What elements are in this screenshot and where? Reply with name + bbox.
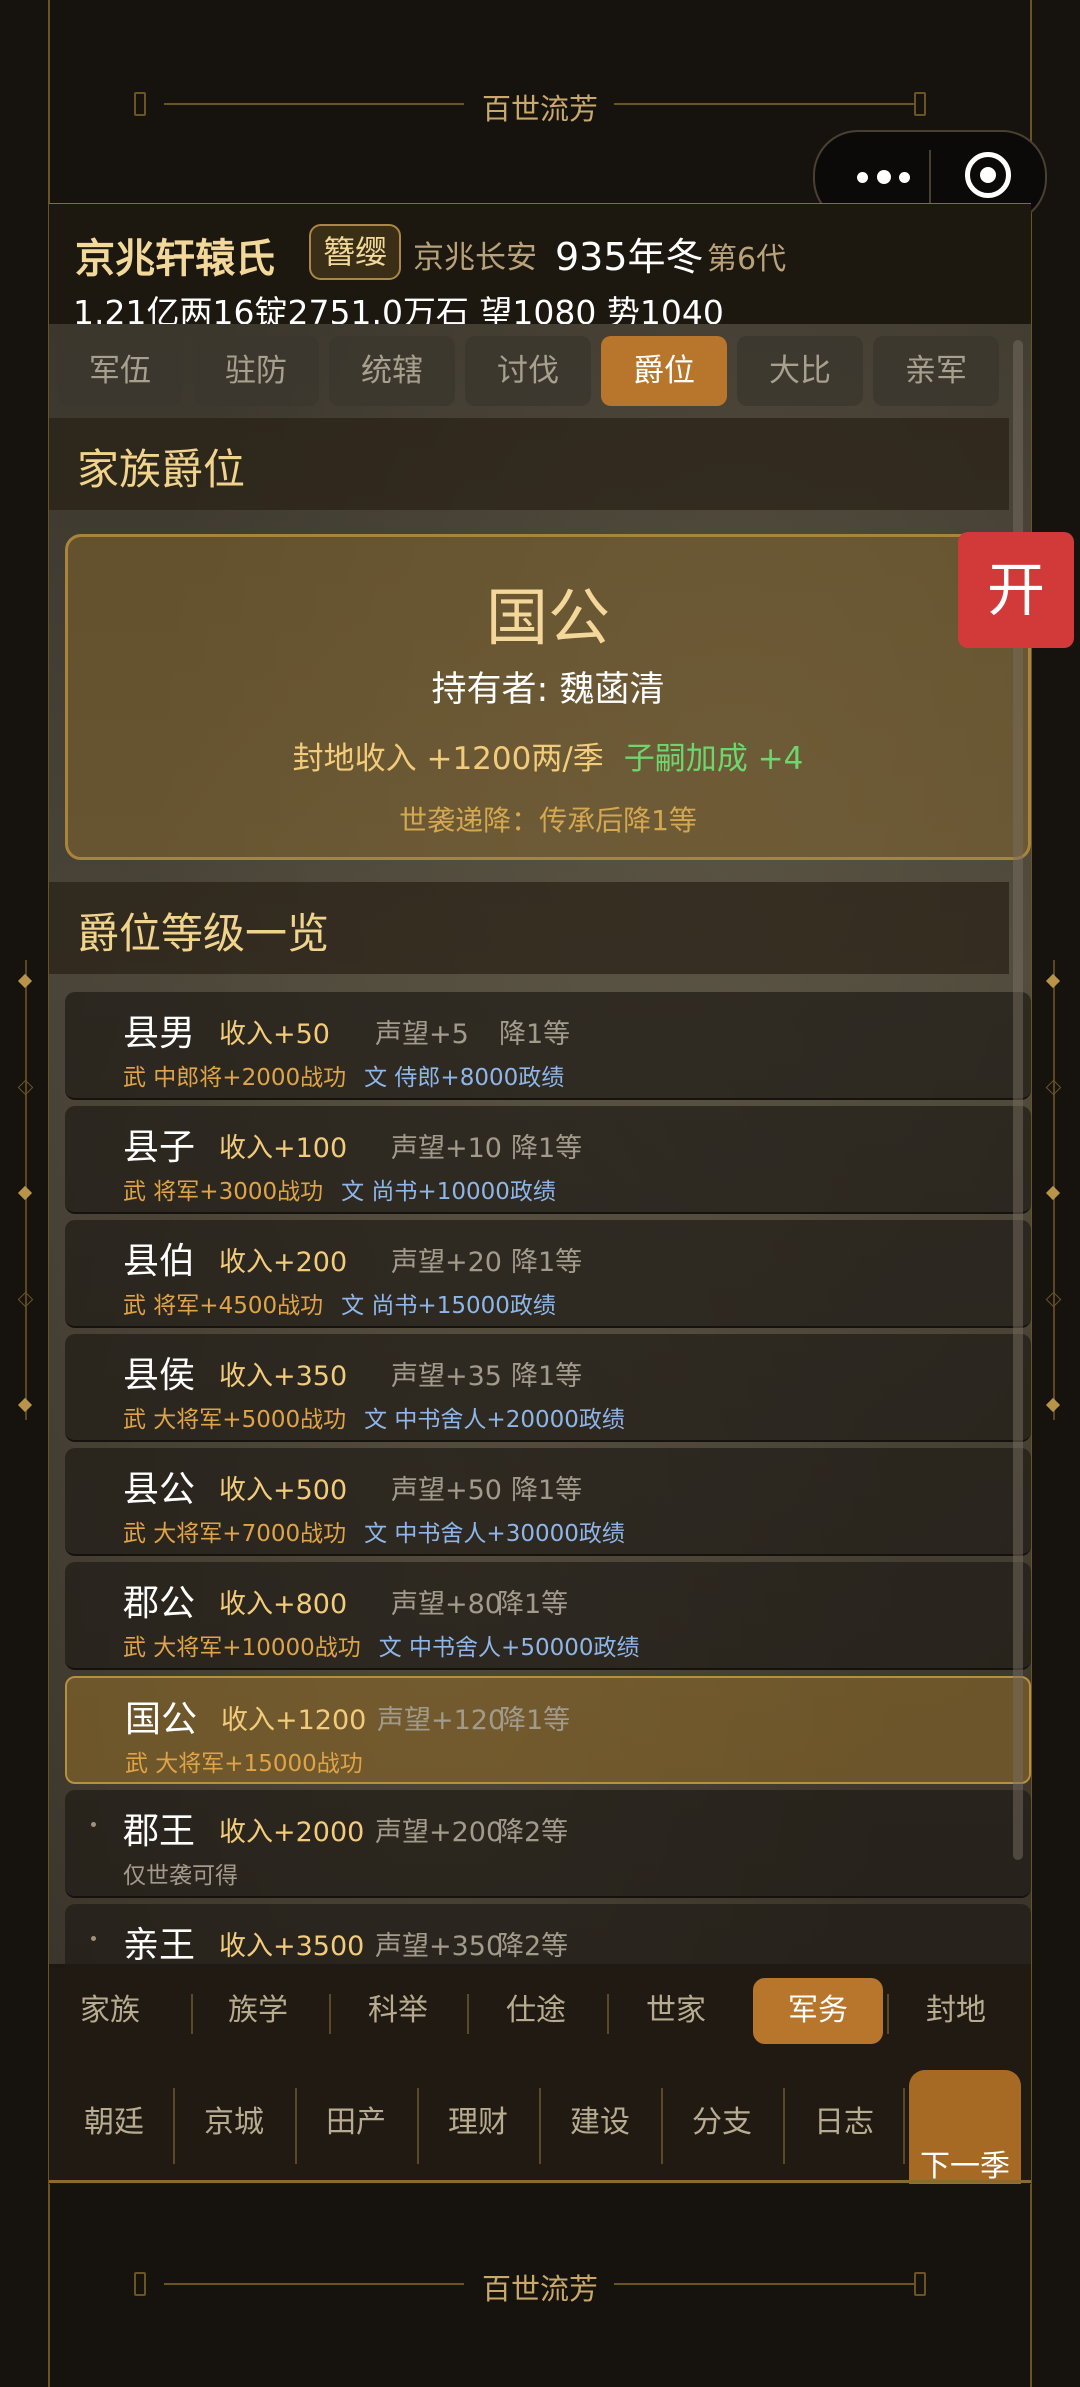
family-title-heading: 家族爵位 (49, 418, 1009, 510)
rank-row[interactable]: 县公 收入+500 声望+50 降1等 武 大将军+7000战功文 中书舍人+3… (65, 1448, 1031, 1556)
nav-clan-school[interactable]: 族学 (199, 1978, 317, 2044)
tab-royal-guard[interactable]: 亲军 (873, 336, 999, 406)
nav-court[interactable]: 朝廷 (59, 2088, 169, 2158)
banner-title: 百世流芳 (481, 2272, 598, 2306)
nav-exam[interactable]: 科举 (339, 1978, 457, 2044)
rank-row[interactable]: 县男 收入+50 声望+5 降1等 武 中郎将+2000战功文 侍郎+8000政… (65, 992, 1031, 1100)
rank-row[interactable]: 郡公 收入+800 声望+80 降1等 武 大将军+10000战功文 中书舍人+… (65, 1562, 1031, 1670)
current-rank: 国公 (485, 581, 610, 654)
rank-row[interactable]: 郡王 收入+2000 声望+200 降2等 仅世袭可得 (65, 1790, 1031, 1898)
tab-garrison[interactable]: 驻防 (193, 336, 319, 406)
tab-command[interactable]: 统辖 (329, 336, 455, 406)
more-icon[interactable] (847, 156, 929, 196)
nav-finance[interactable]: 理财 (423, 2088, 533, 2158)
nav-military[interactable]: 军务 (753, 1978, 883, 2044)
nav-log[interactable]: 日志 (789, 2088, 899, 2158)
military-tabs: 军伍 驻防 统辖 讨伐 爵位 大比 亲军 (49, 332, 1031, 408)
tab-campaign[interactable]: 讨伐 (465, 336, 591, 406)
family-name: 京兆轩辕氏 (75, 236, 275, 282)
left-ornament (16, 960, 36, 1420)
generation: 第6代 (707, 242, 787, 277)
title-holder: 持有者: 魏菡清 (431, 670, 665, 710)
nav-family[interactable]: 家族 (51, 1978, 169, 2044)
heir-bonus: 子嗣加成 +4 (623, 741, 804, 777)
next-season-button[interactable]: 下一季 (909, 2070, 1021, 2184)
nav-construction[interactable]: 建设 (545, 2088, 655, 2158)
secondary-nav: 朝廷 京城 田产 理财 建设 分支 日志 下一季 (49, 2068, 1031, 2184)
location: 京兆长安 (413, 240, 537, 276)
rank-list-heading: 爵位等级一览 (49, 882, 1009, 974)
tab-army[interactable]: 军伍 (57, 336, 183, 406)
primary-nav: 家族 族学 科举 仕途 世家 军务 封地 (49, 1974, 1031, 2048)
locked-bullet-icon (91, 1936, 96, 1941)
family-header: 京兆轩辕氏 簪缨 京兆长安 935年冬 第6代 1.21亿两16锭2751.0万… (49, 204, 1031, 332)
rank-row-current[interactable]: 国公 收入+1200 声望+120 降1等 武 大将军+15000战功 (65, 1676, 1031, 1784)
nav-capital[interactable]: 京城 (179, 2088, 289, 2158)
nav-farmland[interactable]: 田产 (301, 2088, 411, 2158)
tab-nobility[interactable]: 爵位 (601, 336, 727, 406)
banner-title: 百世流芳 (481, 92, 598, 126)
current-title-card: 国公 持有者: 魏菡清 封地收入 +1200两/季 子嗣加成 +4 世袭递降：传承… (65, 534, 1031, 860)
top-banner: 百世流芳 (50, 74, 1030, 134)
nav-branches[interactable]: 分支 (667, 2088, 777, 2158)
rank-row[interactable]: 县伯 收入+200 声望+20 降1等 武 将军+4500战功文 尚书+1500… (65, 1220, 1031, 1328)
tab-tournament[interactable]: 大比 (737, 336, 863, 406)
nav-fief[interactable]: 封地 (897, 1978, 1015, 2044)
rank-row[interactable]: 县侯 收入+350 声望+35 降1等 武 大将军+5000战功文 中书舍人+2… (65, 1334, 1031, 1442)
nav-noble-houses[interactable]: 世家 (617, 1978, 735, 2044)
open-button[interactable]: 开 (958, 532, 1074, 648)
bottom-nav: 家族 族学 科举 仕途 世家 军务 封地 朝廷 京城 田产 理财 建设 分支 日… (49, 1968, 1031, 2184)
game-date: 935年冬 (555, 235, 704, 279)
locked-bullet-icon (91, 1822, 96, 1827)
status-badge: 簪缨 (309, 224, 402, 280)
bottom-banner: 百世流芳 (50, 2254, 1030, 2314)
rank-row[interactable]: 县子 收入+100 声望+10 降1等 武 将军+3000战功文 尚书+1000… (65, 1106, 1031, 1214)
right-ornament (1044, 960, 1064, 1420)
close-miniprogram-icon[interactable] (965, 152, 1011, 198)
nav-career[interactable]: 仕途 (477, 1978, 595, 2044)
fief-income: 封地收入 +1200两/季 子嗣加成 +4 (292, 741, 804, 777)
main-panel: 京兆轩辕氏 簪缨 京兆长安 935年冬 第6代 1.21亿两16锭2751.0万… (49, 204, 1031, 2184)
inheritance-decay: 世袭递降：传承后降1等 (399, 804, 697, 837)
